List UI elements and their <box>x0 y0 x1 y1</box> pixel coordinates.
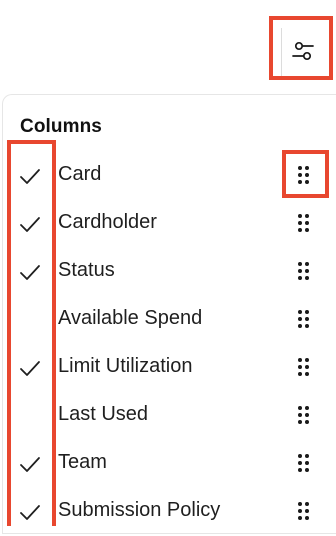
column-label: Last Used <box>58 403 149 425</box>
column-settings-button[interactable] <box>269 16 333 80</box>
drag-handle-icon[interactable] <box>298 214 312 234</box>
column-label: Team <box>58 451 107 473</box>
sliders-icon <box>292 41 314 61</box>
drag-handle-highlight <box>282 150 329 198</box>
drag-handle-icon[interactable] <box>298 502 312 522</box>
drag-handle-icon[interactable] <box>298 454 312 474</box>
column-label: Status <box>58 259 115 281</box>
drag-handle-icon[interactable] <box>298 310 312 330</box>
drag-handle-icon[interactable] <box>298 358 312 378</box>
column-label: Limit Utilization <box>58 355 193 377</box>
column-label: Available Spend <box>58 307 203 329</box>
checkmarks-highlight <box>7 140 56 526</box>
panel-title: Columns <box>20 116 102 137</box>
divider <box>281 28 282 76</box>
column-label: Submission Policy <box>58 499 221 521</box>
drag-handle-icon[interactable] <box>298 262 312 282</box>
drag-handle-icon[interactable] <box>298 406 312 426</box>
column-label: Card <box>58 163 102 185</box>
column-label: Cardholder <box>58 211 157 233</box>
